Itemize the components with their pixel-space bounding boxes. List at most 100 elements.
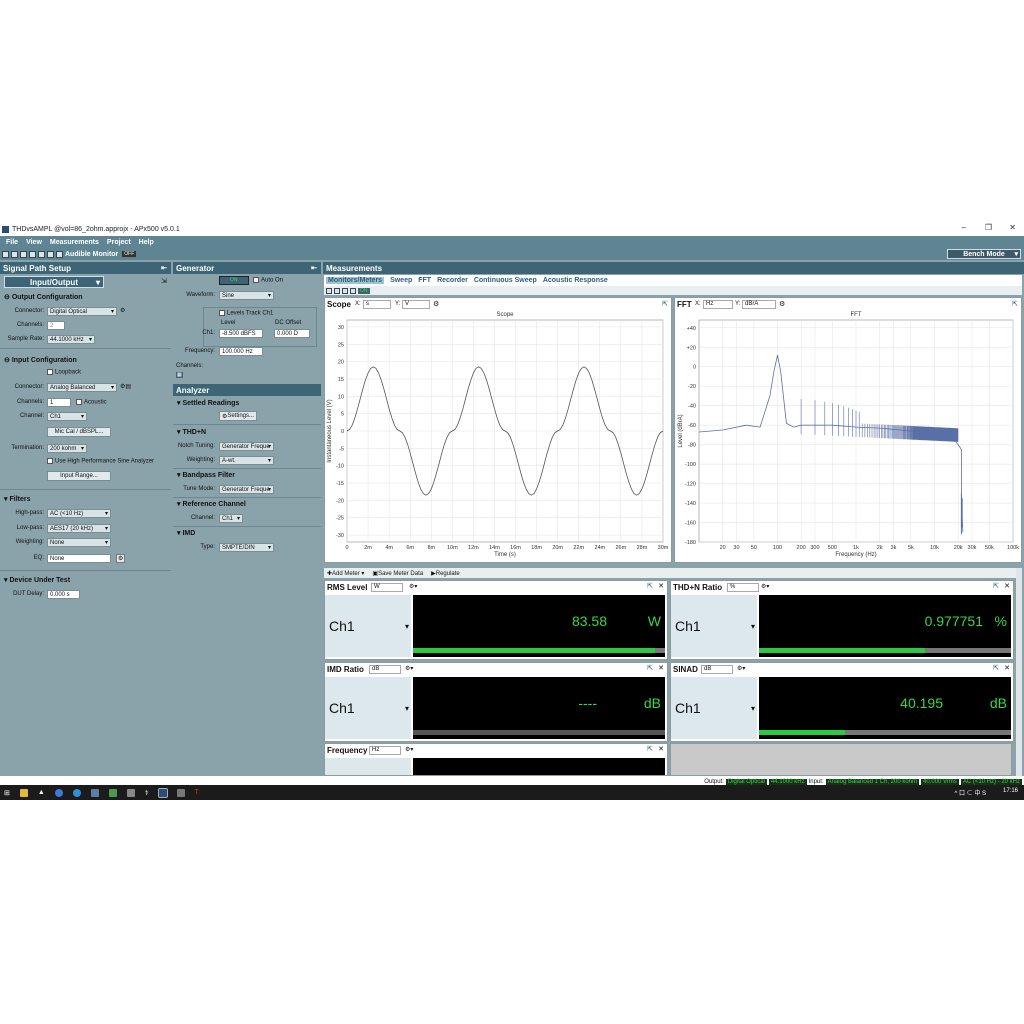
notch-select[interactable]: Generator Freque [219, 442, 274, 451]
close-icon[interactable]: ✕ [658, 745, 664, 753]
folder-app-icon[interactable] [176, 788, 185, 797]
auto-on-checkbox[interactable]: Auto On [253, 277, 283, 284]
scope-y-unit-select[interactable]: V [402, 300, 430, 309]
input-output-dropdown[interactable]: Input/Output ▾ [4, 276, 104, 288]
save-icon[interactable] [20, 250, 27, 258]
popout-icon[interactable]: ⇱ [993, 664, 999, 672]
input-channels-stepper[interactable]: 1 [47, 398, 71, 407]
menu-view[interactable]: View [26, 239, 42, 246]
popout-icon[interactable]: ⇱ [1012, 300, 1018, 308]
report-icon[interactable] [29, 250, 36, 258]
waveform-select[interactable]: Sine [219, 291, 274, 300]
settings-icon[interactable]: ⚙ [433, 300, 439, 308]
popout-icon[interactable]: ⇱ [647, 582, 653, 590]
popout-icon[interactable]: ⇱ [647, 664, 653, 672]
settings-button[interactable]: ⚙ Settings... [219, 411, 257, 421]
settings-icon[interactable]: ⚙ [116, 554, 126, 563]
fft-y-unit-select[interactable]: dBrA [742, 300, 776, 309]
dut-delay-field[interactable]: 0.000 s [47, 590, 80, 599]
refresh-icon[interactable] [350, 287, 356, 294]
dropdown-arrow-icon[interactable]: ▾ [751, 704, 755, 713]
settings-icon[interactable]: ⚙▾ [409, 583, 417, 590]
highpass-select[interactable]: AC (<10 Hz) [47, 509, 111, 518]
channels-icon[interactable]: ▦ [176, 372, 183, 378]
gear-app-icon[interactable] [126, 788, 135, 797]
apx-app-icon[interactable] [157, 787, 168, 798]
settings-icon[interactable]: ⚙ [120, 307, 125, 314]
mic-cal-button[interactable]: Mic Cal / dBSPL... [47, 427, 111, 437]
bench-mode-dropdown[interactable]: Bench Mode ▾ [947, 249, 1021, 259]
settings-icon[interactable]: ⚙▾ [761, 583, 769, 590]
settings-icon[interactable]: ⚙▾ [405, 665, 413, 672]
level-field[interactable]: -8.500 dBFS [219, 329, 263, 338]
upload-icon[interactable]: ▲ [38, 789, 45, 796]
close-icon[interactable]: ✕ [1004, 582, 1010, 590]
input-channel-select[interactable]: Ch1 [47, 412, 87, 421]
meter-unit-select[interactable]: % [727, 583, 759, 592]
meter-unit-select[interactable]: dB [701, 665, 733, 674]
meter-unit-select[interactable]: dB [369, 665, 401, 674]
popout-icon[interactable]: ⇱ [662, 300, 668, 308]
termination-select[interactable]: 200 kohm [47, 444, 87, 453]
dropdown-arrow-icon[interactable]: ▾ [751, 622, 755, 631]
grid-icon[interactable] [326, 287, 332, 294]
levels-track-checkbox[interactable]: Levels Track Ch1 [219, 310, 273, 317]
loopback-checkbox[interactable]: Loopback [47, 369, 81, 376]
input-connector-select[interactable]: Analog Balanced [47, 383, 117, 392]
dropdown-arrow-icon[interactable]: ▾ [405, 622, 409, 631]
close-button[interactable]: ✕ [1009, 223, 1016, 232]
meter-unit-select[interactable]: W [371, 583, 403, 592]
dc-offset-field[interactable]: 0.000 D [274, 329, 310, 338]
save-meter-button[interactable]: ▣Save Meter Data [372, 570, 423, 577]
minimize-button[interactable]: – [962, 223, 966, 232]
settings-icon[interactable]: ⚙▾ [737, 665, 745, 672]
layout-icon[interactable] [334, 287, 340, 294]
tune-select[interactable]: Generator Freque [219, 485, 274, 494]
settings-icon[interactable] [342, 287, 348, 294]
tab-monitors-meters[interactable]: Monitors/Meters [326, 277, 385, 284]
collapse-icon[interactable]: ⊖ [4, 357, 12, 364]
imd-type-select[interactable]: SMPTE/DIN [219, 543, 274, 552]
add-meter-button[interactable]: ✚Add Meter ▾ [327, 570, 364, 577]
generator-on-toggle[interactable]: ON [219, 276, 249, 285]
pin-icon[interactable]: ⇤ [311, 264, 317, 272]
pin-icon[interactable]: ⇤ [161, 264, 167, 272]
output-connector-select[interactable]: Digital Optical [47, 307, 117, 316]
popout-icon[interactable]: ⇱ [993, 582, 999, 590]
close-icon[interactable]: ✕ [658, 664, 664, 672]
tab-fft[interactable]: FFT [418, 277, 431, 284]
collapse-icon[interactable]: ⊖ [4, 294, 12, 301]
regulate-button[interactable]: ▶Regulate [431, 570, 460, 577]
store-icon[interactable] [90, 788, 99, 797]
system-tray[interactable]: ^ 口 ⊂ 中 S [955, 788, 987, 797]
browser-icon[interactable] [54, 788, 63, 797]
start-icon[interactable]: ⊞ [4, 789, 10, 797]
menu-project[interactable]: Project [107, 239, 131, 246]
maximize-button[interactable]: ❐ [985, 223, 992, 232]
close-icon[interactable]: ✕ [1004, 664, 1010, 672]
meter-unit-select[interactable]: Hz [369, 746, 401, 755]
settings-icon[interactable]: ⚙▾ [405, 746, 413, 753]
settings-icon[interactable] [38, 250, 45, 258]
menu-measurements[interactable]: Measurements [50, 239, 99, 246]
input-range-button[interactable]: Input Range... [47, 471, 111, 481]
menu-file[interactable]: File [6, 239, 18, 246]
tab-sweep[interactable]: Sweep [390, 277, 412, 284]
wolf-icon[interactable]: ⚕ [145, 789, 149, 797]
fft-x-unit-select[interactable]: Hz [703, 300, 733, 309]
tab-continuous-sweep[interactable]: Continuous Sweep [474, 277, 537, 284]
settings-icon[interactable]: ⚙▤ [120, 383, 131, 390]
close-icon[interactable]: ✕ [658, 582, 664, 590]
ref-channel-select[interactable]: Ch1 [219, 514, 243, 523]
new-icon[interactable] [2, 250, 9, 258]
dropdown-arrow-icon[interactable]: ▾ [405, 704, 409, 713]
menu-help[interactable]: Help [139, 239, 154, 246]
lowpass-select[interactable]: AES17 (20 kHz) [47, 524, 111, 533]
expand-icon[interactable]: ⇲ [161, 277, 167, 285]
tab-acoustic-response[interactable]: Acoustic Response [543, 277, 608, 284]
settings-icon[interactable]: ⚙ [779, 300, 785, 308]
monitor-on-toggle[interactable]: ON [358, 287, 370, 294]
t-app-icon[interactable]: T [195, 789, 199, 796]
scrollbar[interactable] [1016, 568, 1022, 776]
run-icon[interactable] [47, 250, 54, 258]
